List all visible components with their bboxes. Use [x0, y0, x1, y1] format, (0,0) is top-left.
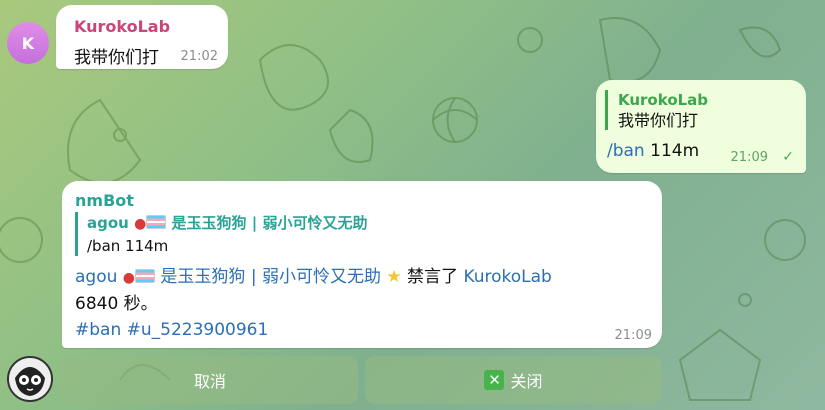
trans-flag-emoji — [135, 269, 156, 283]
message-incoming[interactable]: KurokoLab 我带你们打 21:02 — [56, 5, 228, 69]
user-mention-suffix[interactable]: 是玉玉狗狗 | 弱小可怜又无助 — [160, 267, 381, 287]
bot-command-link[interactable]: /ban — [607, 141, 645, 161]
bot-avatar-image — [9, 358, 51, 400]
duration-text: 6840 秒。 — [75, 294, 158, 314]
message-sender[interactable]: nmBot — [75, 191, 134, 210]
close-button-label: 关闭 — [510, 372, 543, 391]
hashtag-user-link[interactable]: #u_5223900961 — [127, 320, 269, 340]
user-mention-link[interactable]: agou — [75, 267, 117, 287]
reply-sender: KurokoLab — [618, 91, 709, 109]
reply-text: 我带你们打 — [618, 111, 699, 130]
strawberry-emoji: ● — [122, 270, 136, 286]
hashtag-ban-link[interactable]: #ban — [75, 320, 121, 340]
trans-flag-emoji — [146, 215, 167, 229]
avatar-kurokolab[interactable]: K — [7, 22, 49, 64]
reply-preview[interactable]: KurokoLab 我带你们打 — [605, 90, 708, 130]
star-emoji: ★ — [386, 267, 402, 287]
reply-text: /ban 114m — [87, 237, 169, 255]
message-time: 21:09 — [730, 150, 768, 165]
read-check-icon: ✓ — [782, 149, 794, 165]
close-x-icon: ✕ — [484, 370, 505, 390]
reply-sender-suffix: 是玉玉狗狗 | 弱小可怜又无助 — [171, 214, 368, 232]
target-user-link[interactable]: KurokoLab — [463, 267, 551, 287]
reply-sender: agou ● 是玉玉狗狗 | 弱小可怜又无助 — [87, 212, 367, 235]
avatar-nmbot[interactable] — [7, 356, 53, 402]
cancel-button[interactable]: 取消 — [62, 356, 358, 404]
reply-preview[interactable]: agou ● 是玉玉狗狗 | 弱小可怜又无助 /ban 114m — [75, 212, 367, 256]
command-argument: 114m — [650, 141, 700, 161]
cancel-button-label: 取消 — [193, 372, 226, 391]
message-text: 我带你们打 — [74, 48, 159, 68]
message-text: agou ● 是玉玉狗狗 | 弱小可怜又无助 ★ 禁言了 KurokoLab 6… — [75, 264, 640, 343]
action-text: 禁言了 — [407, 267, 459, 287]
close-button[interactable]: ✕ 关闭 — [365, 356, 662, 404]
strawberry-emoji: ● — [134, 216, 147, 232]
message-time: 21:09 — [614, 328, 652, 343]
message-outgoing[interactable]: KurokoLab 我带你们打 /ban 114m 21:09 ✓ — [596, 80, 806, 173]
message-bot[interactable]: nmBot agou ● 是玉玉狗狗 | 弱小可怜又无助 /ban 114m a… — [62, 181, 662, 348]
message-sender[interactable]: KurokoLab — [74, 17, 170, 36]
message-text: /ban 114m — [607, 141, 699, 161]
message-time: 21:02 — [180, 49, 218, 64]
reply-sender-name: agou — [87, 214, 129, 232]
